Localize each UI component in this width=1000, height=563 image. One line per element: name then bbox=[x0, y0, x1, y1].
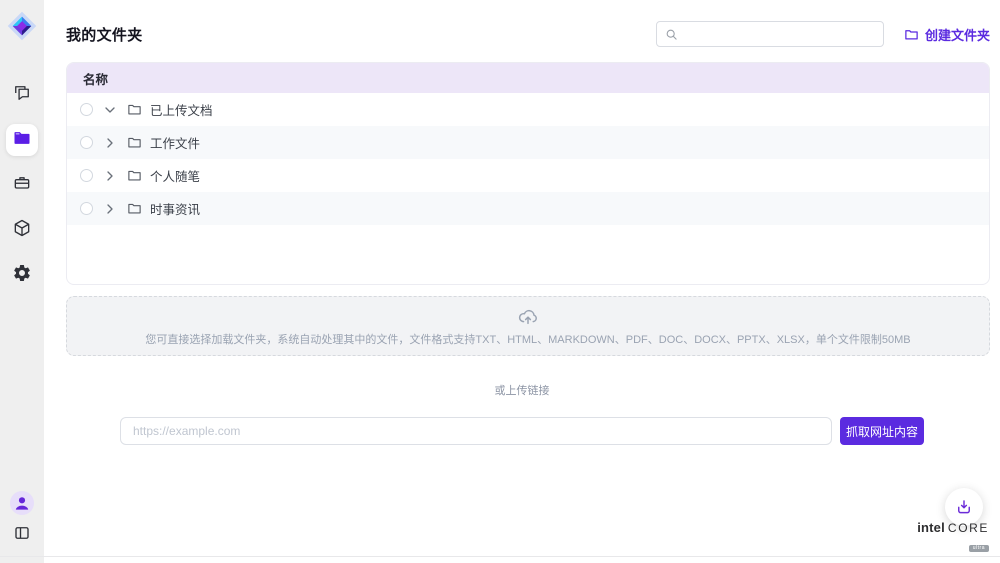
folder-plus-icon bbox=[904, 27, 919, 42]
url-input[interactable] bbox=[120, 417, 832, 445]
name-column-header: 名称 bbox=[83, 69, 108, 88]
sidebar bbox=[0, 0, 44, 563]
upload-hint-text: 您可直接选择加载文件夹，系统自动处理其中的文件，文件格式支持TXT、HTML、M… bbox=[145, 331, 910, 347]
intel-core-ultra-logo: intelcore ultra bbox=[917, 520, 989, 554]
folder-name: 已上传文档 bbox=[150, 100, 213, 119]
folder-row[interactable]: 已上传文档 bbox=[67, 93, 989, 126]
folder-icon bbox=[127, 102, 142, 117]
ultra-badge: ultra bbox=[969, 545, 989, 552]
row-checkbox[interactable] bbox=[80, 103, 93, 116]
sidebar-item-folders[interactable] bbox=[6, 124, 38, 156]
download-icon bbox=[955, 498, 973, 516]
cloud-upload-icon bbox=[517, 306, 539, 328]
folder-row[interactable]: 时事资讯 bbox=[67, 192, 989, 225]
fetch-url-button[interactable]: 抓取网址内容 bbox=[840, 417, 924, 445]
chat-icon bbox=[12, 83, 32, 108]
folder-name: 时事资讯 bbox=[150, 199, 200, 218]
sidebar-item-models[interactable] bbox=[6, 214, 38, 246]
panel-toggle-icon[interactable] bbox=[13, 524, 31, 547]
table-header-row: 名称 bbox=[67, 63, 989, 93]
row-checkbox[interactable] bbox=[80, 202, 93, 215]
create-folder-label: 创建文件夹 bbox=[925, 25, 990, 44]
sidebar-item-chat[interactable] bbox=[6, 79, 38, 111]
app-logo-gem-icon bbox=[5, 9, 39, 43]
folder-icon bbox=[12, 128, 32, 153]
main-content: 我的文件夹 创建文件夹 名称 bbox=[44, 0, 1000, 563]
search-box bbox=[656, 21, 884, 47]
folder-icon bbox=[127, 201, 142, 216]
url-upload-row: 抓取网址内容 bbox=[44, 417, 1000, 445]
folder-name: 个人随笔 bbox=[150, 166, 200, 185]
row-checkbox[interactable] bbox=[80, 136, 93, 149]
sidebar-item-settings[interactable] bbox=[6, 259, 38, 291]
folder-icon bbox=[127, 168, 142, 183]
folder-table: 名称 已上传文档 工作文件 bbox=[66, 62, 990, 285]
folder-row[interactable]: 个人随笔 bbox=[67, 159, 989, 192]
or-upload-link-label: 或上传链接 bbox=[44, 382, 1000, 398]
cube-icon bbox=[12, 218, 32, 243]
chevron-right-icon[interactable] bbox=[102, 168, 118, 184]
folder-row[interactable]: 工作文件 bbox=[67, 126, 989, 159]
row-checkbox[interactable] bbox=[80, 169, 93, 182]
sidebar-nav bbox=[6, 79, 38, 291]
chevron-right-icon[interactable] bbox=[102, 135, 118, 151]
user-avatar-icon[interactable] bbox=[10, 491, 34, 515]
intel-logo-text: intel bbox=[917, 520, 945, 535]
bottom-divider bbox=[0, 556, 1000, 557]
search-input[interactable] bbox=[684, 27, 875, 41]
chevron-right-icon[interactable] bbox=[102, 201, 118, 217]
sidebar-item-toolbox[interactable] bbox=[6, 169, 38, 201]
folder-name: 工作文件 bbox=[150, 133, 200, 152]
upload-dropzone[interactable]: 您可直接选择加载文件夹，系统自动处理其中的文件，文件格式支持TXT、HTML、M… bbox=[66, 296, 990, 356]
core-logo-text: core bbox=[948, 521, 989, 535]
gear-icon bbox=[12, 263, 32, 288]
chevron-down-icon[interactable] bbox=[102, 102, 118, 118]
folder-icon bbox=[127, 135, 142, 150]
page-title: 我的文件夹 bbox=[66, 24, 143, 45]
page-header: 我的文件夹 创建文件夹 bbox=[66, 20, 990, 48]
briefcase-icon bbox=[12, 173, 32, 198]
sidebar-bottom bbox=[0, 491, 44, 547]
search-icon bbox=[665, 28, 678, 41]
create-folder-button[interactable]: 创建文件夹 bbox=[904, 25, 990, 44]
